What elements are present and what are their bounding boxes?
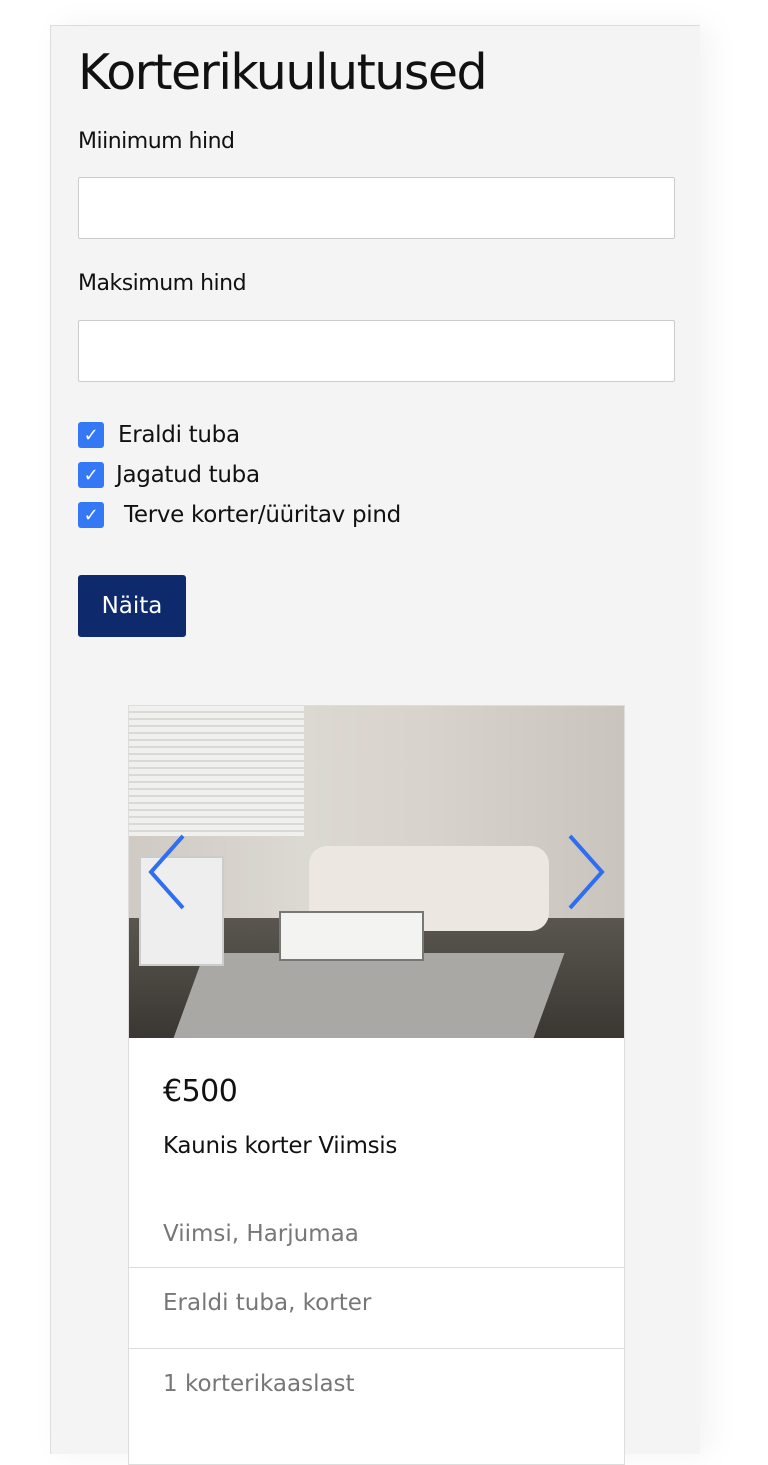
checkbox-checked-icon[interactable]: ✓ — [78, 502, 104, 528]
min-price-label: Miinimum hind — [78, 129, 235, 154]
chevron-left-icon[interactable] — [147, 834, 187, 910]
max-price-label: Maksimum hind — [78, 271, 247, 296]
checkbox-label: Terve korter/üüritav pind — [124, 502, 401, 528]
listing-card[interactable]: €500 Kaunis korter Viimsis Viimsi, Harju… — [128, 705, 625, 1465]
listings-panel: Korterikuulutused Miinimum hind Maksimum… — [50, 25, 700, 1465]
min-price-input[interactable] — [78, 177, 675, 239]
page-title: Korterikuulutused — [78, 44, 488, 101]
checkbox-label: Jagatud tuba — [116, 462, 260, 488]
listing-location: Viimsi, Harjumaa — [163, 1221, 359, 1247]
checkbox-checked-icon[interactable]: ✓ — [78, 462, 104, 488]
checkbox-jagatud-tuba[interactable]: ✓ Jagatud tuba — [78, 462, 260, 488]
show-button[interactable]: Näita — [78, 575, 186, 637]
max-price-input[interactable] — [78, 320, 675, 382]
checkbox-label: Eraldi tuba — [118, 422, 240, 448]
checkbox-checked-icon[interactable]: ✓ — [78, 422, 104, 448]
checkbox-eraldi-tuba[interactable]: ✓ Eraldi tuba — [78, 422, 240, 448]
listing-image-carousel[interactable] — [129, 706, 624, 1038]
listing-title[interactable]: Kaunis korter Viimsis — [163, 1133, 590, 1159]
listing-price: €500 — [163, 1074, 238, 1109]
listing-type: Eraldi tuba, korter — [129, 1267, 624, 1348]
chevron-right-icon[interactable] — [566, 834, 606, 910]
listing-roommates: 1 korterikaaslast — [129, 1348, 624, 1429]
checkbox-terve-korter[interactable]: ✓ Terve korter/üüritav pind — [78, 502, 401, 528]
window-blinds — [129, 706, 304, 836]
